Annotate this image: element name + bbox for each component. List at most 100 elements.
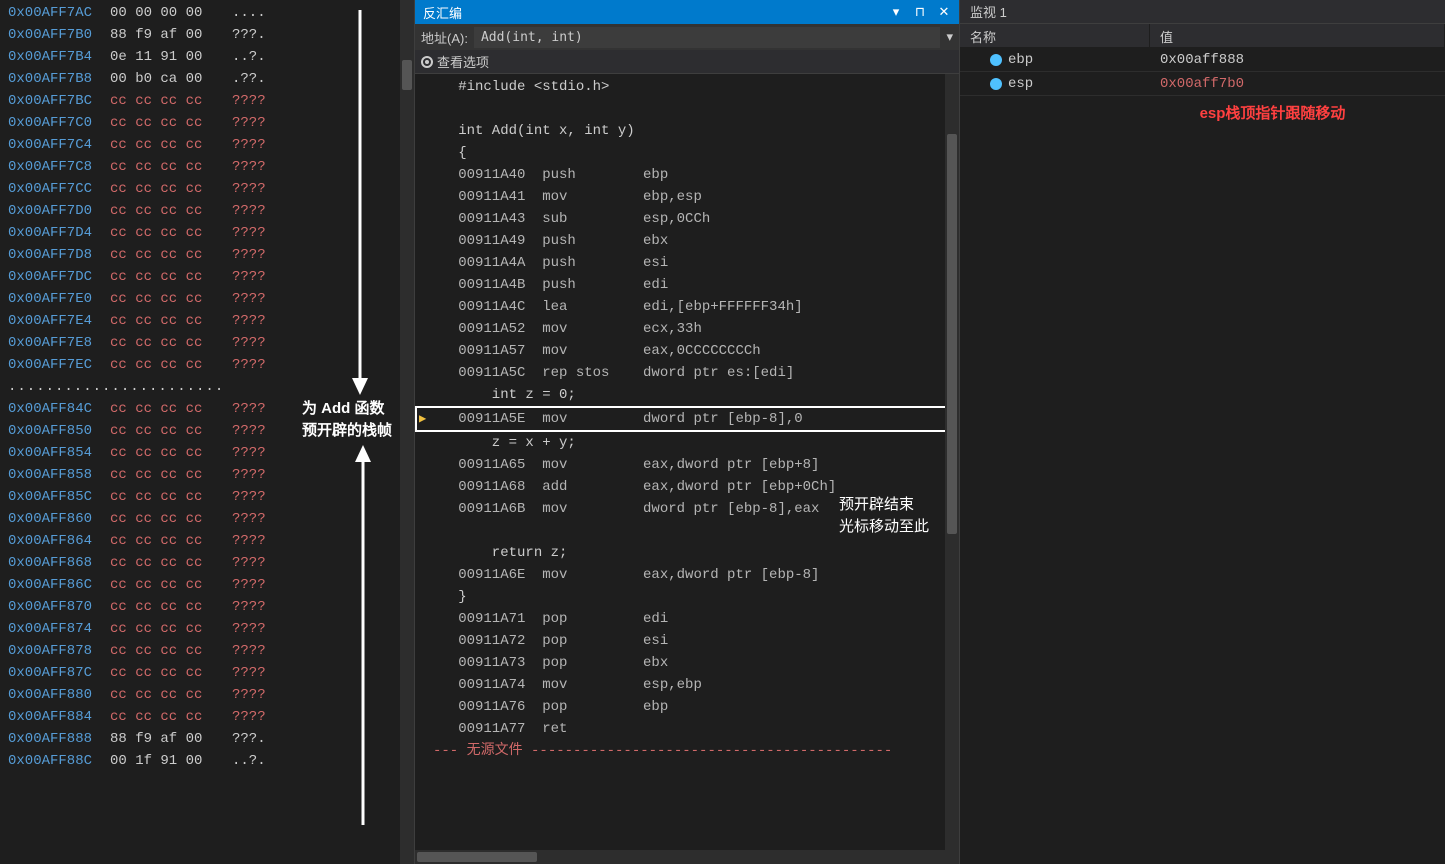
memory-row[interactable]: 0x00AFF858cc cc cc cc???? <box>8 464 392 486</box>
view-options-bar[interactable]: 查看选项 <box>415 50 959 74</box>
asm-line[interactable]: 00911A73 pop ebx <box>415 652 959 674</box>
memory-address: 0x00AFF7B4 <box>8 46 98 68</box>
memory-address: 0x00AFF87C <box>8 662 98 684</box>
asm-line[interactable]: 00911A4A push esi <box>415 252 959 274</box>
source-line[interactable] <box>415 98 959 120</box>
memory-ascii: ???? <box>232 244 266 266</box>
memory-row[interactable]: 0x00AFF7B800 b0 ca 00.??. <box>8 68 392 90</box>
asm-line[interactable]: 00911A77 ret <box>415 718 959 740</box>
disassembly-body[interactable]: #include <stdio.h> int Add(int x, int y)… <box>415 74 959 850</box>
memory-ascii: ???? <box>232 574 266 596</box>
asm-line[interactable]: 00911A52 mov ecx,33h <box>415 318 959 340</box>
memory-row[interactable]: 0x00AFF7D8cc cc cc cc???? <box>8 244 392 266</box>
memory-row[interactable]: 0x00AFF7AC00 00 00 00.... <box>8 2 392 24</box>
memory-bytes: 88 f9 af 00 <box>110 728 220 750</box>
memory-bytes: cc cc cc cc <box>110 420 220 442</box>
address-dropdown-icon[interactable]: ▾ <box>946 29 953 45</box>
disassembly-vscrollbar[interactable] <box>945 74 959 850</box>
disassembly-hscrollbar[interactable] <box>415 850 959 864</box>
asm-line[interactable]: 00911A6E mov eax,dword ptr [ebp-8] <box>415 564 959 586</box>
memory-row[interactable]: 0x00AFF7ECcc cc cc cc???? <box>8 354 392 376</box>
options-expand-icon[interactable] <box>421 56 433 68</box>
asm-line[interactable]: 00911A74 mov esp,ebp <box>415 674 959 696</box>
source-line[interactable]: { <box>415 142 959 164</box>
asm-line[interactable]: 00911A76 pop ebp <box>415 696 959 718</box>
memory-ascii: ???? <box>232 288 266 310</box>
memory-row[interactable]: 0x00AFF868cc cc cc cc???? <box>8 552 392 574</box>
watch-col-value[interactable]: 值 <box>1150 24 1445 47</box>
asm-line[interactable]: 00911A65 mov eax,dword ptr [ebp+8] <box>415 454 959 476</box>
asm-line[interactable]: 00911A43 sub esp,0CCh <box>415 208 959 230</box>
asm-text: 00911A72 pop esi <box>433 630 668 652</box>
memory-row[interactable]: 0x00AFF7E0cc cc cc cc???? <box>8 288 392 310</box>
memory-row[interactable]: 0x00AFF87Ccc cc cc cc???? <box>8 662 392 684</box>
memory-row[interactable]: 0x00AFF864cc cc cc cc???? <box>8 530 392 552</box>
watch-row[interactable]: ebp0x00aff888 <box>960 48 1445 72</box>
memory-row[interactable]: 0x00AFF7D0cc cc cc cc???? <box>8 200 392 222</box>
pin-icon[interactable]: ⊓ <box>913 4 927 20</box>
source-line[interactable]: } <box>415 586 959 608</box>
memory-row[interactable]: 0x00AFF86Ccc cc cc cc???? <box>8 574 392 596</box>
dropdown-icon[interactable]: ▾ <box>889 4 903 20</box>
memory-bytes: cc cc cc cc <box>110 332 220 354</box>
memory-ascii: ???? <box>232 640 266 662</box>
view-options-label: 查看选项 <box>437 52 489 71</box>
asm-line[interactable]: 00911A57 mov eax,0CCCCCCCCh <box>415 340 959 362</box>
memory-row[interactable]: 0x00AFF7DCcc cc cc cc???? <box>8 266 392 288</box>
source-line[interactable]: z = x + y; <box>415 432 959 454</box>
asm-line[interactable]: 00911A41 mov ebp,esp <box>415 186 959 208</box>
memory-row[interactable]: 0x00AFF88888 f9 af 00???. <box>8 728 392 750</box>
memory-row[interactable]: 0x00AFF878cc cc cc cc???? <box>8 640 392 662</box>
asm-text: 00911A6B mov dword ptr [ebp-8],eax <box>433 498 819 520</box>
memory-ascii: ???? <box>232 596 266 618</box>
asm-line[interactable]: 00911A4B push edi <box>415 274 959 296</box>
memory-row[interactable]: 0x00AFF870cc cc cc cc???? <box>8 596 392 618</box>
memory-row[interactable]: 0x00AFF874cc cc cc cc???? <box>8 618 392 640</box>
memory-row[interactable]: 0x00AFF7B40e 11 91 00..?. <box>8 46 392 68</box>
asm-line[interactable]: 00911A5C rep stos dword ptr es:[edi] <box>415 362 959 384</box>
memory-row[interactable]: 0x00AFF7E4cc cc cc cc???? <box>8 310 392 332</box>
memory-row[interactable]: 0x00AFF880cc cc cc cc???? <box>8 684 392 706</box>
address-input[interactable] <box>474 27 941 48</box>
source-line[interactable]: #include <stdio.h> <box>415 76 959 98</box>
memory-row[interactable]: 0x00AFF7CCcc cc cc cc???? <box>8 178 392 200</box>
memory-bytes: cc cc cc cc <box>110 442 220 464</box>
memory-row[interactable]: 0x00AFF7BCcc cc cc cc???? <box>8 90 392 112</box>
watch-row[interactable]: esp0x00aff7b0 <box>960 72 1445 96</box>
asm-text: 00911A5C rep stos dword ptr es:[edi] <box>433 362 794 384</box>
asm-line[interactable]: 00911A4C lea edi,[ebp+FFFFFF34h] <box>415 296 959 318</box>
memory-address: 0x00AFF868 <box>8 552 98 574</box>
source-line[interactable]: int z = 0; <box>415 384 959 406</box>
source-line[interactable]: return z; <box>415 542 959 564</box>
memory-row[interactable]: 0x00AFF7C4cc cc cc cc???? <box>8 134 392 156</box>
memory-row[interactable]: 0x00AFF7B088 f9 af 00???. <box>8 24 392 46</box>
asm-line[interactable]: ▶ 00911A5E mov dword ptr [ebp-8],0 <box>415 406 959 432</box>
memory-row[interactable]: 0x00AFF854cc cc cc cc???? <box>8 442 392 464</box>
memory-row[interactable]: 0x00AFF85Ccc cc cc cc???? <box>8 486 392 508</box>
asm-line[interactable]: 00911A72 pop esi <box>415 630 959 652</box>
source-text: return z; <box>433 542 567 564</box>
memory-annotation: 为 Add 函数 预开辟的栈帧 <box>302 398 392 442</box>
memory-row[interactable]: 0x00AFF88C00 1f 91 00..?. <box>8 750 392 772</box>
close-icon[interactable]: ✕ <box>937 4 951 20</box>
memory-row[interactable]: 0x00AFF7E8cc cc cc cc???? <box>8 332 392 354</box>
asm-line[interactable]: 00911A40 push ebp <box>415 164 959 186</box>
asm-text: 00911A4C lea edi,[ebp+FFFFFF34h] <box>433 296 803 318</box>
watch-tab[interactable]: 监视 1 <box>960 0 1445 24</box>
no-source-line: --- 无源文件 -------------------------------… <box>415 740 959 762</box>
memory-ascii: ???? <box>232 398 266 420</box>
source-text <box>433 98 458 120</box>
memory-scrollbar[interactable] <box>400 0 414 864</box>
source-text: } <box>433 586 467 608</box>
memory-ascii: ???? <box>232 508 266 530</box>
asm-line[interactable]: 00911A49 push ebx <box>415 230 959 252</box>
memory-row[interactable]: 0x00AFF7D4cc cc cc cc???? <box>8 222 392 244</box>
asm-line[interactable]: 00911A71 pop edi <box>415 608 959 630</box>
memory-row[interactable]: 0x00AFF7C8cc cc cc cc???? <box>8 156 392 178</box>
source-line[interactable]: int Add(int x, int y) <box>415 120 959 142</box>
memory-address: 0x00AFF7E4 <box>8 310 98 332</box>
memory-row[interactable]: 0x00AFF860cc cc cc cc???? <box>8 508 392 530</box>
memory-row[interactable]: 0x00AFF7C0cc cc cc cc???? <box>8 112 392 134</box>
watch-col-name[interactable]: 名称 <box>960 24 1150 47</box>
memory-row[interactable]: 0x00AFF884cc cc cc cc???? <box>8 706 392 728</box>
